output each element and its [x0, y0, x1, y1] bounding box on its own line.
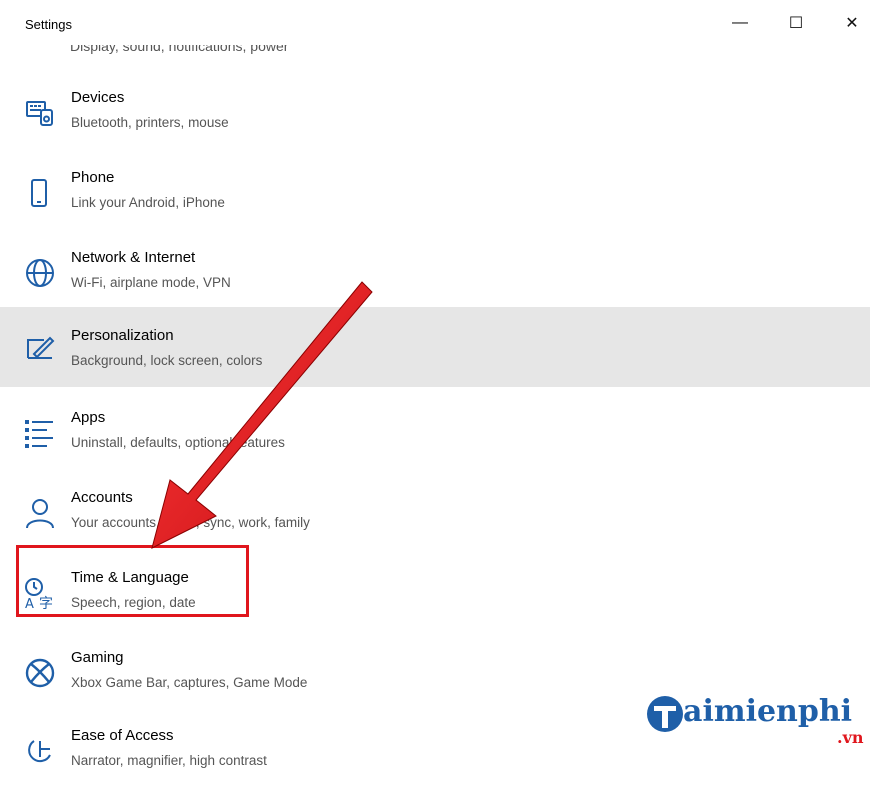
settings-item-name: Devices	[71, 89, 125, 106]
personalization-icon	[27, 336, 55, 359]
minimize-button[interactable]: —	[720, 8, 760, 38]
settings-item-name: Ease of Access	[71, 727, 174, 744]
person-icon	[26, 499, 54, 529]
settings-item-network[interactable]: Network & Internet Wi-Fi, airplane mode,…	[0, 235, 870, 315]
settings-item-desc: Display, sound, notifications, power	[70, 45, 289, 54]
watermark-t-icon	[647, 696, 683, 732]
settings-item-accounts[interactable]: Accounts Your accounts, email, sync, wor…	[0, 475, 870, 555]
xbox-icon	[25, 658, 55, 688]
maximize-button[interactable]: ☐	[776, 8, 816, 38]
globe-icon	[26, 259, 54, 287]
settings-item-name: Apps	[71, 409, 106, 426]
settings-item-devices[interactable]: Devices Bluetooth, printers, mouse	[0, 75, 870, 155]
settings-item-desc: Bluetooth, printers, mouse	[71, 115, 229, 130]
settings-item-system-partial[interactable]: Display, sound, notifications, power	[70, 45, 470, 63]
settings-item-name: Personalization	[71, 327, 174, 344]
window-title: Settings	[25, 17, 72, 32]
watermark-sub: .vn	[837, 728, 864, 747]
settings-item-desc: Xbox Game Bar, captures, Game Mode	[71, 675, 308, 690]
settings-item-desc: Uninstall, defaults, optional features	[71, 435, 285, 450]
settings-item-name: Accounts	[71, 489, 133, 506]
settings-item-personalization[interactable]: Personalization Background, lock screen,…	[0, 307, 870, 387]
highlight-box	[16, 545, 249, 617]
settings-item-apps[interactable]: Apps Uninstall, defaults, optional featu…	[0, 395, 870, 475]
settings-item-name: Network & Internet	[71, 249, 196, 266]
settings-item-desc: Narrator, magnifier, high contrast	[71, 753, 267, 768]
settings-item-desc: Wi-Fi, airplane mode, VPN	[71, 275, 231, 290]
watermark-logo: aimienphi .vn	[645, 690, 870, 750]
apps-list-icon	[25, 420, 53, 448]
title-bar: Settings — ☐ ✕	[0, 0, 870, 45]
settings-item-phone[interactable]: Phone Link your Android, iPhone	[0, 155, 870, 235]
settings-item-name: Gaming	[71, 649, 124, 666]
settings-item-desc: Link your Android, iPhone	[71, 195, 225, 210]
devices-icon	[26, 101, 53, 126]
watermark-text: aimienphi	[683, 694, 853, 729]
close-button[interactable]: ✕	[832, 8, 870, 38]
settings-item-desc: Background, lock screen, colors	[71, 353, 263, 368]
ease-of-access-icon	[28, 740, 51, 763]
settings-item-desc: Your accounts, email, sync, work, family	[71, 515, 310, 530]
phone-icon	[31, 179, 47, 207]
settings-item-name: Phone	[71, 169, 115, 186]
